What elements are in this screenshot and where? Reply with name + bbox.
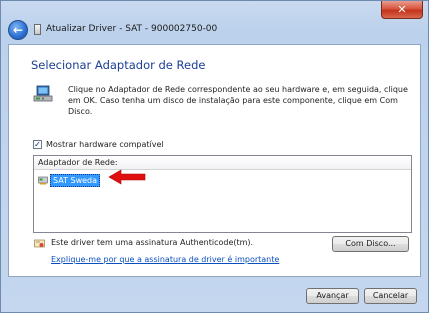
adapter-list[interactable]: Adaptador de Rede: SAT Sweda [33,155,412,233]
signature-info-link[interactable]: Explique-me por que a assinatura de driv… [51,255,279,264]
network-card-icon [38,176,48,185]
dialog-content: Selecionar Adaptador de Rede Clique no A… [8,44,421,277]
signature-status-text: Este driver tem uma assinatura Authentic… [51,238,254,247]
device-window-icon [34,24,41,35]
certificate-shield-icon [34,239,45,248]
have-disk-button[interactable]: Com Disco... [332,236,409,252]
list-item[interactable]: SAT Sweda [38,174,101,187]
update-driver-window: ✕ ← Atualizar Driver - SAT - 900002750-0… [0,0,429,313]
window-title: Atualizar Driver - SAT - 900002750-00 [46,24,218,34]
next-button[interactable]: Avançar [306,288,359,304]
cancel-button[interactable]: Cancelar [364,288,417,304]
show-compatible-row[interactable]: ✓ Mostrar hardware compatível [33,140,164,149]
page-title: Selecionar Adaptador de Rede [31,58,206,72]
list-column-header: Adaptador de Rede: [34,156,411,170]
network-adapter-icon [33,85,53,102]
close-button[interactable]: ✕ [381,1,423,19]
show-compatible-checkbox[interactable]: ✓ [33,140,42,149]
back-arrow-icon: ← [12,23,24,37]
instructions-text: Clique no Adaptador de Rede corresponden… [68,85,408,116]
back-button[interactable]: ← [8,20,28,40]
close-icon: ✕ [397,3,407,16]
red-arrow-icon [108,169,146,185]
show-compatible-label: Mostrar hardware compatível [46,140,164,149]
list-item-label: SAT Sweda [50,174,101,187]
